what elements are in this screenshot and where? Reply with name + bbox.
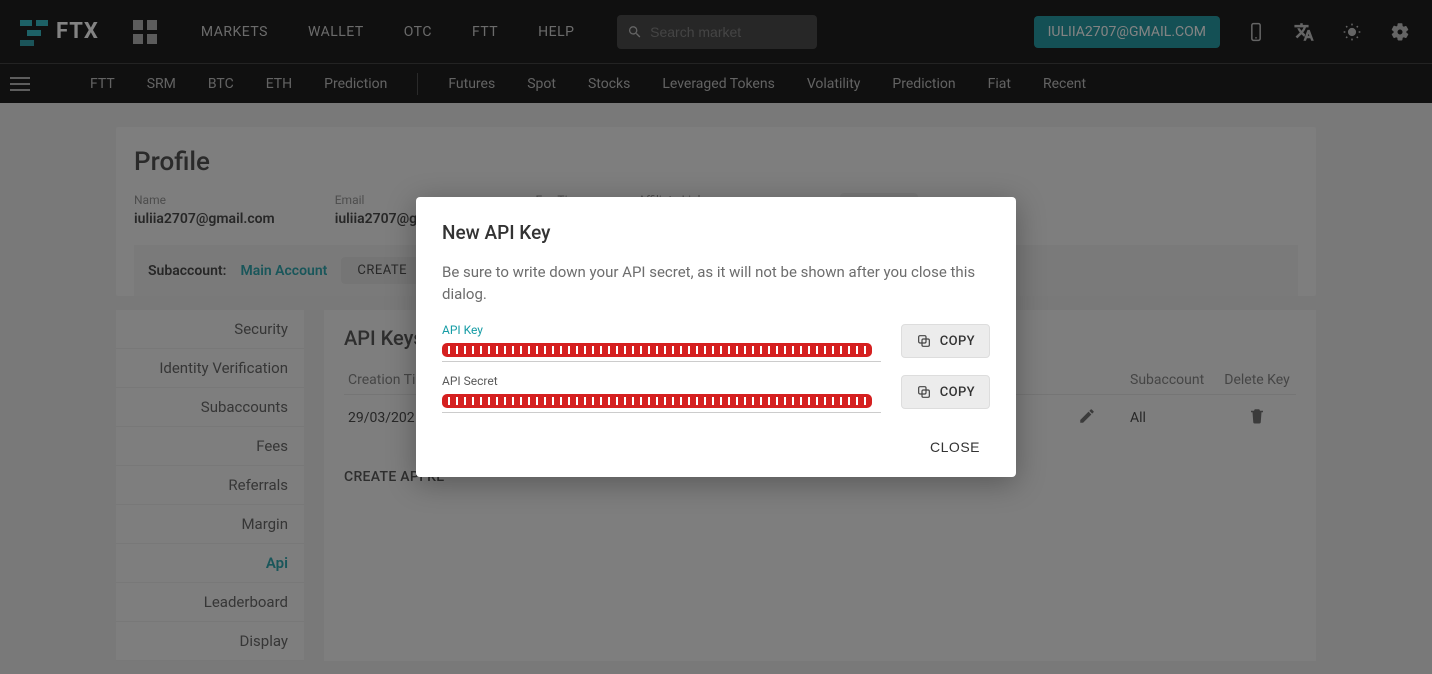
new-api-key-dialog: New API Key Be sure to write down your A…	[416, 197, 1016, 478]
api-key-label: API Key	[442, 323, 881, 337]
dialog-actions: CLOSE	[442, 431, 990, 463]
dialog-description: Be sure to write down your API secret, a…	[442, 262, 990, 306]
api-key-value-redacted	[442, 343, 872, 357]
close-button[interactable]: CLOSE	[920, 431, 990, 463]
copy-api-secret-button[interactable]: COPY	[901, 375, 990, 409]
api-secret-field-row: API Secret COPY	[442, 374, 990, 413]
modal-overlay[interactable]: New API Key Be sure to write down your A…	[0, 0, 1432, 674]
api-key-field-row: API Key COPY	[442, 323, 990, 362]
copy-api-secret-label: COPY	[940, 385, 975, 400]
copy-api-key-button[interactable]: COPY	[901, 324, 990, 358]
copy-icon	[916, 384, 932, 400]
copy-api-key-label: COPY	[940, 334, 975, 349]
api-secret-value-redacted	[442, 394, 872, 408]
api-secret-label: API Secret	[442, 374, 881, 388]
dialog-title: New API Key	[442, 221, 990, 244]
copy-icon	[916, 333, 932, 349]
